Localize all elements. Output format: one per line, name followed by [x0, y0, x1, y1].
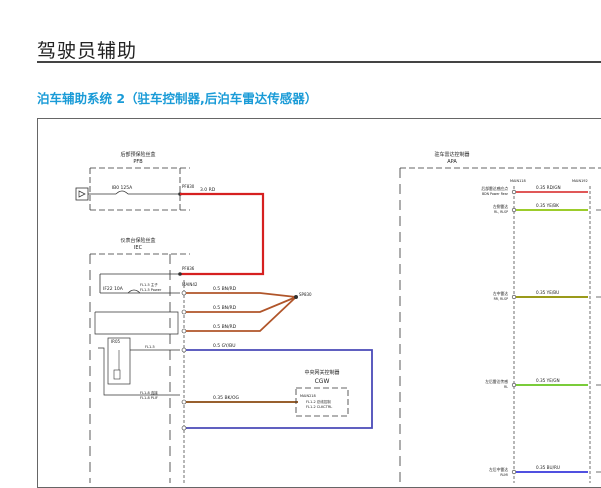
fuse-1-label: IB0 125A — [112, 185, 133, 191]
relay-label: IR05 — [111, 339, 121, 344]
wire-brown-3 — [186, 296, 297, 332]
apa-conn-left: MAIN118 — [510, 179, 526, 183]
apa-pin-2-label: 左侧雷达 — [493, 204, 508, 209]
fuse-2-label: IF22 10A — [103, 286, 124, 292]
cgw-name: 中央网关控制器 — [304, 369, 339, 376]
cgw-code: CGW — [315, 378, 330, 385]
fl2-label: FL1-5 — [145, 345, 155, 349]
wire-blue-label: 0.5 GY/BU — [213, 343, 236, 349]
fl3b-label: FL1-8 PLIF — [140, 396, 158, 400]
wiring-schematic: 后部预保险丝盒 PFB IB0 125A PF830 3.0 RD 仪表台保险丝… — [75, 151, 601, 483]
apa-pin-1-label: 后部雷达感应点 — [481, 186, 508, 191]
cgw-conn-label: MAIN218 — [300, 394, 316, 398]
battery-icon — [75, 187, 89, 201]
conn-main-label: MAIN42 — [182, 282, 198, 287]
apa-pin-1 — [511, 189, 517, 195]
apa-pin-2-sub: RL, RLSP — [494, 210, 508, 214]
wire-brown-3-label: 0.5 BN/RD — [213, 324, 237, 330]
apa-pin-3-sub: RR, RLSP — [494, 297, 508, 301]
apa-pin-4-sub: RL — [504, 385, 508, 389]
apa-pin-5-sub: RLMI — [500, 473, 508, 477]
wire-brown-2 — [186, 296, 297, 313]
apa-pin-3 — [511, 294, 517, 300]
conn-pf-label: PF830 — [182, 184, 195, 189]
fuse-box-1-name: 后部预保险丝盒 — [120, 151, 155, 158]
wire-darkbrown-label: 0.35 BK/OG — [213, 395, 240, 401]
wire-brown-1 — [186, 292, 297, 298]
splice-label: SP830 — [299, 292, 312, 297]
apa-pin-4-label: 左后雷达传感 — [485, 379, 508, 384]
fl3-label: FL1-8 连接 — [140, 390, 158, 395]
fuse-2-icon — [127, 289, 141, 294]
pin-blue-return — [181, 425, 187, 431]
apa-wire-5-label: 0.35 BU/RU — [536, 465, 560, 470]
splice-node — [294, 295, 298, 299]
apa-pin-3-label: 左中雷达 — [493, 291, 508, 296]
apa-pin-4 — [511, 382, 517, 388]
fuse-box-1-code: PFB — [133, 159, 143, 165]
wire-brown-2-label: 0.5 BN/RD — [213, 305, 237, 311]
conn-ie-label: PF836 — [182, 266, 195, 271]
fuse-box-2-name: 仪表台保险丝盒 — [120, 237, 155, 244]
pin-darkbrown — [181, 399, 187, 405]
pin-brown-1 — [181, 290, 187, 296]
apa-conn-right: MAIN192 — [572, 179, 588, 183]
fuse-box-2-code: IEC — [134, 245, 143, 251]
relay-coil-icon — [113, 369, 121, 380]
apa-pin-2 — [511, 207, 517, 213]
cgw-pin-2: FL1-2 CLKCTRL — [306, 405, 332, 409]
cgw-pin-1: FL1-2 总线控制 — [306, 399, 331, 404]
apa-code: APA — [447, 159, 457, 165]
apa-wire-3-label: 0.35 YE/BU — [536, 290, 559, 295]
apa-name: 驻车雷达控制器 — [434, 151, 469, 158]
pin-blue — [181, 347, 187, 353]
fl1b-label: FL1-5 Power — [140, 288, 162, 292]
fuse-1-icon — [115, 190, 129, 195]
pin-brown-3 — [181, 328, 187, 334]
wire-red-label: 3.0 RD — [200, 187, 216, 193]
wire-red-power — [180, 192, 265, 276]
apa-wire-4-label: 0.35 YE/GN — [536, 378, 560, 383]
apa-pin-5-label: 左后中雷达 — [489, 467, 508, 472]
apa-wire-1-label: 0.35 RD/GN — [536, 185, 561, 190]
apa-pin-5 — [511, 469, 517, 475]
apa-pin-1-sub: BDN Power Rear — [482, 192, 509, 196]
apa-wire-2-label: 0.35 YE/BK — [536, 203, 559, 208]
fl1-label: FL1-5 主子 — [140, 282, 158, 287]
relay-outline-outer — [94, 311, 179, 335]
wire-brown-1-label: 0.5 BN/RD — [213, 286, 237, 292]
pin-brown-2 — [181, 309, 187, 315]
